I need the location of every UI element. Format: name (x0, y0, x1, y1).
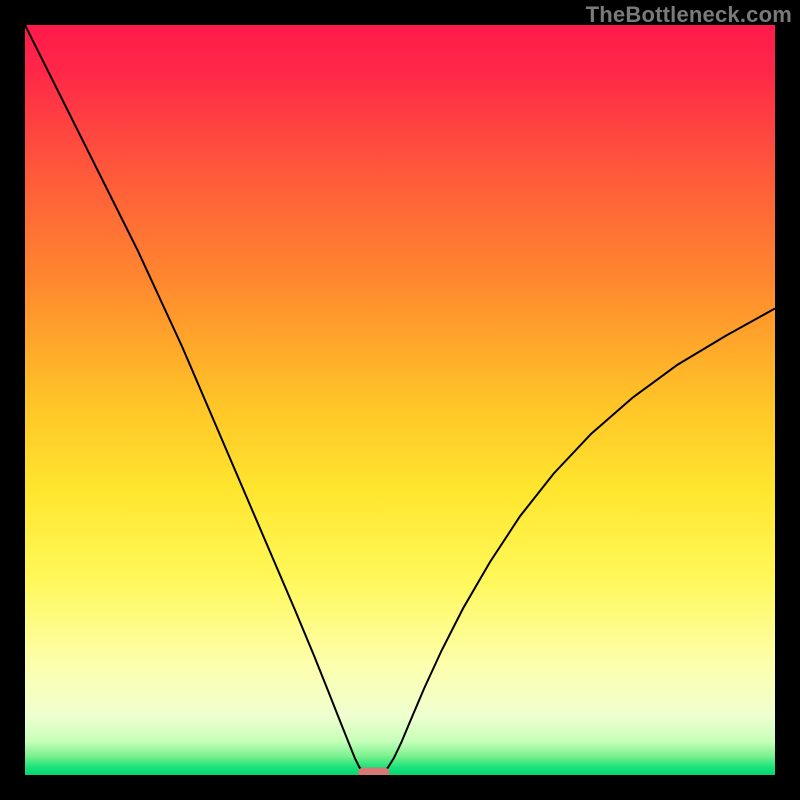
minimum-marker (358, 768, 390, 776)
watermark-text: TheBottleneck.com (586, 2, 792, 28)
chart-frame: TheBottleneck.com (0, 0, 800, 800)
chart-svg (25, 25, 775, 775)
plot-area (25, 25, 775, 775)
gradient-background (25, 25, 775, 775)
